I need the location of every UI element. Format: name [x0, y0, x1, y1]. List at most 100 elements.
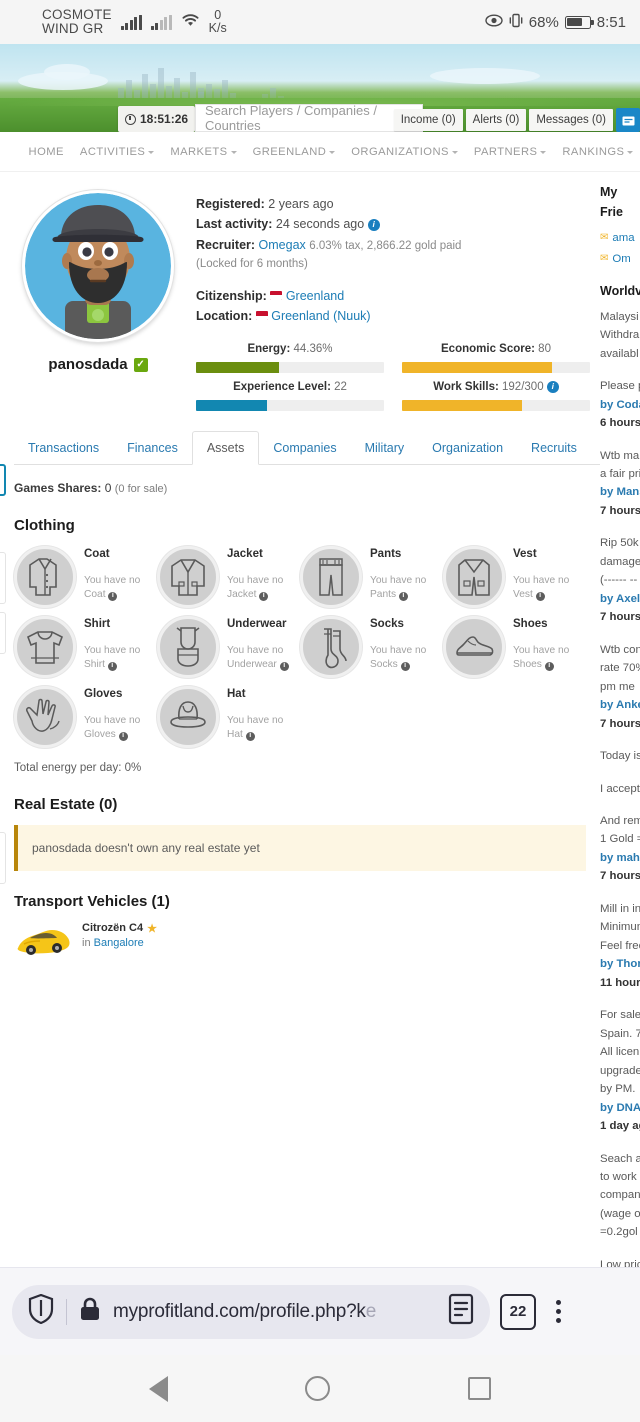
- info-icon[interactable]: i: [245, 731, 255, 741]
- reader-mode-icon[interactable]: [448, 1293, 474, 1330]
- registered-value: 2 years ago: [268, 197, 334, 211]
- recruiter-link[interactable]: Omegax: [259, 238, 306, 252]
- sidebar-entry-line: Rip 50k: [600, 537, 639, 550]
- info-icon[interactable]: i: [108, 591, 118, 601]
- cloud-shape: [44, 64, 90, 80]
- clothing-slot-empty: You have no Socks i: [370, 644, 427, 671]
- android-nav-bar: [0, 1355, 640, 1422]
- clothing-slot-coat[interactable]: Coat You have no Coat i: [14, 545, 157, 608]
- tab-finances[interactable]: Finances: [113, 432, 192, 464]
- vehicle-item[interactable]: Citrozën C4 ★ in Bangalore: [14, 922, 586, 958]
- info-icon[interactable]: i: [544, 661, 554, 671]
- nav-item-greenland[interactable]: GREENLAND: [253, 146, 336, 158]
- url-text[interactable]: myprofitland.com/profile.php?ke: [113, 1301, 436, 1323]
- friend-name[interactable]: Om: [612, 250, 630, 268]
- clothing-slot-jacket[interactable]: Jacket You have no Jacket i: [157, 545, 300, 608]
- clothing-slot-hat[interactable]: Hat You have no Hat i: [157, 685, 300, 748]
- games-shares-value: 0: [104, 480, 112, 495]
- sidebar-entry-line: upgrade: [600, 1064, 640, 1077]
- clothing-slot-socks[interactable]: Socks You have no Socks i: [300, 615, 443, 678]
- tab-companies[interactable]: Companies: [259, 432, 350, 464]
- sidebar-entry-author[interactable]: by Thor: [600, 955, 640, 973]
- income-button[interactable]: Income (0): [393, 109, 463, 131]
- clothing-slot-empty: You have no Underwear i: [227, 644, 289, 674]
- info-icon[interactable]: i: [398, 591, 408, 601]
- pants-icon: [300, 545, 362, 608]
- sidebar-entry-author[interactable]: by Mans: [600, 483, 640, 501]
- stat-bars: Energy: 44.36% Economic Score: 80 Experi…: [196, 340, 600, 411]
- clothing-slot-vest[interactable]: Vest You have no Vest i: [443, 545, 586, 608]
- clothing-slot-underwear[interactable]: Underwear You have no Underwear i: [157, 615, 300, 678]
- tab-count-button[interactable]: 22: [500, 1293, 536, 1330]
- nav-item-markets[interactable]: MARKETS: [170, 146, 237, 158]
- info-icon[interactable]: i: [367, 219, 380, 232]
- sidebar-entry-author[interactable]: by mahr: [600, 849, 640, 867]
- friend-item[interactable]: ✉ Om: [600, 250, 640, 268]
- search-input[interactable]: Search Players / Companies / Countries: [195, 103, 423, 132]
- info-icon[interactable]: i: [546, 380, 559, 393]
- tab-transactions[interactable]: Transactions: [14, 432, 113, 464]
- nav-item-rankings[interactable]: RANKINGS: [562, 146, 634, 158]
- sidebar-entry-line: Withdra: [600, 329, 640, 342]
- sidebar-entry-line: 1 Gold =: [600, 833, 640, 846]
- clothing-slot-gloves[interactable]: Gloves You have no Gloves i: [14, 685, 157, 748]
- tab-organization[interactable]: Organization: [418, 432, 517, 464]
- vehicle-location-link[interactable]: Bangalore: [94, 937, 144, 949]
- citizenship-label: Citizenship:: [196, 288, 267, 303]
- clothing-slot-pants[interactable]: Pants You have no Pants i: [300, 545, 443, 608]
- nav-item-partners[interactable]: PARTNERS: [474, 146, 547, 158]
- sidebar-entry: I accept: [600, 780, 640, 798]
- sidebar-entry-author[interactable]: by Axel: [600, 590, 640, 608]
- sidebar-entry-author[interactable]: by Coda: [600, 396, 640, 414]
- location-value[interactable]: Greenland (Nuuk): [271, 309, 370, 323]
- carrier-name: COSMOTE WIND GR: [42, 6, 112, 36]
- avatar[interactable]: [22, 190, 174, 342]
- nav-item-activities[interactable]: ACTIVITIES: [79, 145, 155, 158]
- clothing-slot-shoes[interactable]: Shoes You have no Shoes i: [443, 615, 586, 678]
- cloud-shape: [430, 68, 540, 84]
- home-button-icon[interactable]: [305, 1376, 331, 1401]
- nav-label: PARTNERS: [473, 145, 538, 158]
- nav-item-organizations[interactable]: ORGANIZATIONS: [351, 146, 458, 158]
- sidebar-entry-author[interactable]: by DNAI: [600, 1099, 640, 1117]
- username-label: panosdada: [48, 356, 128, 373]
- signal-strength-icon-1: [120, 14, 142, 30]
- messages-button[interactable]: Messages (0): [529, 109, 613, 131]
- sidebar-entry: And rem 1 Gold = by mahr 7 hours: [600, 812, 640, 886]
- vehicle-location-prefix: in: [82, 936, 91, 949]
- transport-vehicles-heading: Transport Vehicles (1): [14, 892, 170, 910]
- clothing-slot-name: Shirt: [84, 617, 111, 630]
- games-shares-label: Games Shares:: [14, 480, 102, 495]
- back-button-icon[interactable]: [148, 1375, 168, 1402]
- sidebar-entry: Rip 50k damage (------ -- by Axel 7 hours: [600, 534, 640, 626]
- stat-label: Experience Level:: [233, 380, 331, 393]
- sidebar-entry-author[interactable]: by Anke: [600, 696, 640, 714]
- citizenship-value[interactable]: Greenland: [286, 289, 344, 303]
- info-icon[interactable]: i: [279, 661, 289, 671]
- game-clock: 18:51:26: [118, 106, 196, 132]
- alerts-button[interactable]: Alerts (0): [465, 109, 527, 131]
- recents-button-icon[interactable]: [468, 1377, 492, 1400]
- info-icon[interactable]: i: [259, 591, 269, 601]
- info-icon[interactable]: i: [535, 591, 545, 601]
- browser-menu-button[interactable]: [546, 1294, 571, 1329]
- url-bar[interactable]: myprofitland.com/profile.php?ke: [12, 1284, 490, 1339]
- friend-item[interactable]: ✉ ama: [600, 229, 640, 247]
- clothing-slot-text: Shirt You have no Shirt i: [84, 616, 140, 678]
- tab-recruits[interactable]: Recruits: [517, 432, 591, 464]
- info-icon[interactable]: i: [118, 731, 128, 741]
- nav-label: ACTIVITIES: [79, 145, 146, 158]
- clothing-slot-shirt[interactable]: Shirt You have no Shirt i: [14, 615, 157, 678]
- clothing-slot-empty: You have no Shirt i: [84, 644, 141, 671]
- inbox-icon-button[interactable]: [616, 108, 640, 132]
- friend-name[interactable]: ama: [612, 229, 634, 247]
- brave-shield-icon[interactable]: [28, 1293, 54, 1329]
- tab-assets[interactable]: Assets: [191, 430, 260, 465]
- tab-military[interactable]: Military: [351, 432, 419, 464]
- sidebar-entry-line: damage: [600, 555, 640, 568]
- nav-item-home[interactable]: HOME: [29, 146, 64, 158]
- info-icon[interactable]: i: [107, 661, 117, 671]
- recruiter-detail: 6.03% tax, 2,866.22 gold paid: [309, 239, 462, 252]
- info-icon[interactable]: i: [400, 661, 410, 671]
- game-clock-value: 18:51:26: [140, 112, 189, 126]
